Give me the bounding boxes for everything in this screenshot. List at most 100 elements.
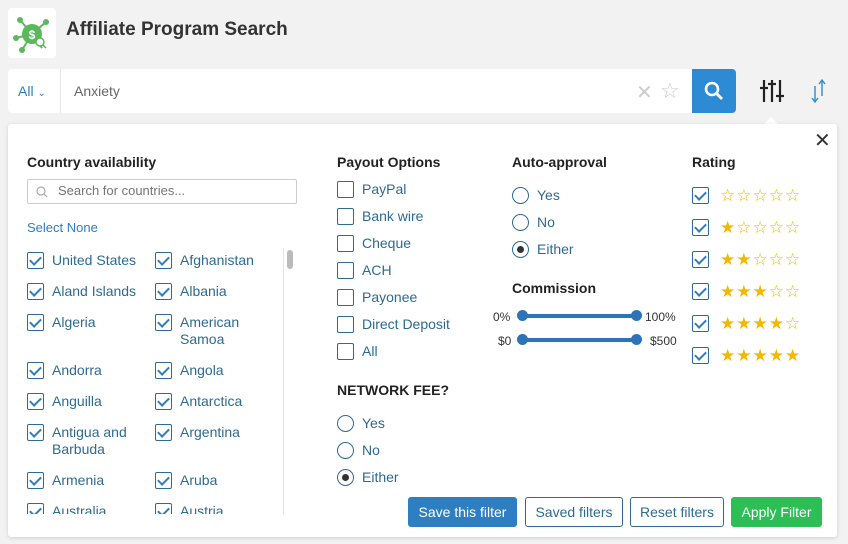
- country-label[interactable]: Aruba: [180, 472, 280, 489]
- country-checkbox[interactable]: [155, 424, 172, 441]
- payout-checkbox[interactable]: [337, 208, 354, 225]
- saved-filters-button[interactable]: Saved filters: [525, 497, 623, 527]
- rating-checkbox[interactable]: [692, 187, 709, 204]
- country-checkbox[interactable]: [27, 314, 44, 331]
- country-label[interactable]: Albania: [180, 283, 280, 300]
- star-icon[interactable]: ☆: [660, 78, 680, 104]
- auto-approval-label[interactable]: No: [537, 214, 555, 231]
- auto-approval-label[interactable]: Yes: [537, 187, 560, 204]
- payout-label[interactable]: Bank wire: [362, 208, 423, 225]
- payout-label[interactable]: Payonee: [362, 289, 417, 306]
- star-empty-icon: ☆: [768, 186, 785, 205]
- payout-label[interactable]: ACH: [362, 262, 392, 279]
- rating-checkbox[interactable]: [692, 283, 709, 300]
- country-checkbox[interactable]: [155, 314, 172, 331]
- country-checkbox[interactable]: [27, 472, 44, 489]
- country-label[interactable]: Argentina: [180, 424, 280, 441]
- payout-checkbox[interactable]: [337, 316, 354, 333]
- star-filled-icon: ★: [768, 346, 785, 365]
- payout-label[interactable]: Direct Deposit: [362, 316, 450, 333]
- network-fee-label[interactable]: No: [362, 442, 380, 459]
- payout-label[interactable]: All: [362, 343, 378, 360]
- payout-checkbox[interactable]: [337, 343, 354, 360]
- country-label[interactable]: Antarctica: [180, 393, 280, 410]
- country-label[interactable]: Armenia: [52, 472, 157, 489]
- auto-approval-radio[interactable]: [512, 241, 529, 258]
- country-label[interactable]: Antigua and Barbuda: [52, 424, 157, 458]
- amount-min-label: $0: [498, 334, 512, 348]
- select-none-link[interactable]: Select None: [27, 220, 98, 235]
- payout-label[interactable]: Cheque: [362, 235, 411, 252]
- save-filter-button[interactable]: Save this filter: [408, 497, 517, 527]
- star-empty-icon: ☆: [785, 282, 802, 301]
- auto-approval-radio[interactable]: [512, 214, 529, 231]
- scrollbar[interactable]: [283, 248, 297, 514]
- star-empty-icon: ☆: [752, 186, 769, 205]
- payout-checkbox[interactable]: [337, 262, 354, 279]
- rating-checkbox[interactable]: [692, 315, 709, 332]
- country-checkbox[interactable]: [27, 424, 44, 441]
- country-checkbox[interactable]: [155, 252, 172, 269]
- clear-icon[interactable]: ✕: [636, 80, 653, 105]
- network-fee-radio[interactable]: [337, 469, 354, 486]
- percent-max-label: 100%: [645, 310, 676, 324]
- slider-handle-min[interactable]: [517, 334, 528, 345]
- country-label[interactable]: Anguilla: [52, 393, 157, 410]
- country-label[interactable]: Aland Islands: [52, 283, 157, 300]
- star-empty-icon: ☆: [785, 250, 802, 269]
- reset-filters-button[interactable]: Reset filters: [630, 497, 724, 527]
- percent-slider[interactable]: [517, 310, 642, 321]
- payout-label[interactable]: PayPal: [362, 181, 406, 198]
- rating-checkbox[interactable]: [692, 251, 709, 268]
- scrollbar-thumb[interactable]: [287, 250, 293, 269]
- scope-dropdown[interactable]: All ⌄: [18, 83, 46, 99]
- country-checkbox[interactable]: [27, 252, 44, 269]
- rating-checkbox[interactable]: [692, 219, 709, 236]
- amount-slider[interactable]: [517, 334, 642, 345]
- sort-icon[interactable]: [810, 78, 828, 109]
- country-label[interactable]: United States: [52, 252, 157, 269]
- payout-checkbox[interactable]: [337, 289, 354, 306]
- payout-checkbox[interactable]: [337, 235, 354, 252]
- network-fee-radio[interactable]: [337, 415, 354, 432]
- star-empty-icon: ☆: [736, 218, 753, 237]
- country-label[interactable]: Angola: [180, 362, 280, 379]
- auto-approval-label[interactable]: Either: [537, 241, 574, 258]
- apply-filter-button[interactable]: Apply Filter: [731, 497, 822, 527]
- network-fee-heading: NETWORK FEE?: [337, 382, 449, 398]
- slider-handle-min[interactable]: [517, 310, 528, 321]
- auto-approval-radio[interactable]: [512, 187, 529, 204]
- rating-checkbox[interactable]: [692, 347, 709, 364]
- slider-handle-max[interactable]: [631, 334, 642, 345]
- payout-checkbox[interactable]: [337, 181, 354, 198]
- country-checkbox[interactable]: [155, 503, 172, 514]
- country-checkbox[interactable]: [155, 472, 172, 489]
- country-label[interactable]: Algeria: [52, 314, 157, 331]
- country-label[interactable]: Austria: [180, 503, 280, 514]
- divider: [60, 69, 61, 113]
- country-checkbox[interactable]: [27, 283, 44, 300]
- app-logo: $: [8, 8, 56, 58]
- search-input[interactable]: Anxiety: [74, 83, 120, 99]
- country-label[interactable]: Andorra: [52, 362, 157, 379]
- percent-min-label: 0%: [493, 310, 511, 324]
- country-checkbox[interactable]: [27, 362, 44, 379]
- close-icon[interactable]: ✕: [814, 128, 831, 153]
- country-label[interactable]: Afghanistan: [180, 252, 280, 269]
- network-fee-label[interactable]: Either: [362, 469, 399, 486]
- country-search-input[interactable]: [58, 183, 288, 198]
- country-checkbox[interactable]: [27, 503, 44, 514]
- filter-sliders-icon[interactable]: [760, 78, 784, 109]
- star-filled-icon: ★: [752, 282, 769, 301]
- country-checkbox[interactable]: [27, 393, 44, 410]
- country-checkbox[interactable]: [155, 393, 172, 410]
- country-label[interactable]: American Samoa: [180, 314, 280, 348]
- country-search[interactable]: [27, 179, 297, 204]
- network-fee-radio[interactable]: [337, 442, 354, 459]
- country-label[interactable]: Australia: [52, 503, 157, 514]
- slider-handle-max[interactable]: [631, 310, 642, 321]
- country-checkbox[interactable]: [155, 283, 172, 300]
- country-checkbox[interactable]: [155, 362, 172, 379]
- search-button[interactable]: [692, 69, 736, 113]
- network-fee-label[interactable]: Yes: [362, 415, 385, 432]
